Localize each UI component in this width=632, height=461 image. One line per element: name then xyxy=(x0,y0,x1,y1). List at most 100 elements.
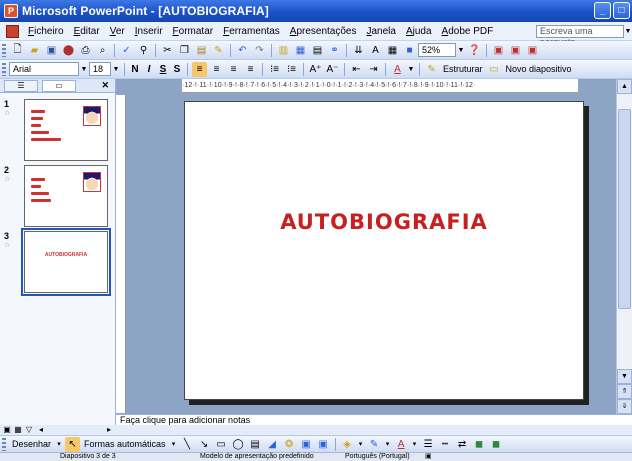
copy-icon[interactable]: ❐ xyxy=(177,43,192,58)
slide-sorter-icon[interactable]: ▦ xyxy=(13,425,23,434)
paste-icon[interactable]: ▤ xyxy=(194,43,209,58)
menu-adobe-pdf[interactable]: Adobe PDF xyxy=(437,26,499,37)
menu-ficheiro[interactable]: Ficheiro xyxy=(23,26,69,37)
size-dropdown-icon[interactable]: ▼ xyxy=(111,66,121,73)
powerpoint-icon[interactable]: P xyxy=(4,4,18,18)
decrease-font-icon[interactable]: A⁻ xyxy=(325,62,340,77)
increase-indent-icon[interactable]: ⇥ xyxy=(366,62,381,77)
menu-inserir[interactable]: Inserir xyxy=(130,26,168,37)
undo-icon[interactable]: ↶ xyxy=(235,43,250,58)
underline-button[interactable]: S xyxy=(156,64,170,75)
adobe-pdf-review-icon[interactable]: ▣ xyxy=(525,43,540,58)
menu-ver[interactable]: Ver xyxy=(105,26,130,37)
grid-icon[interactable]: ▦ xyxy=(385,43,400,58)
slide-canvas[interactable]: AUTOBIOGRAFIA xyxy=(184,101,584,400)
structure-button[interactable]: Estruturar xyxy=(440,64,486,74)
print-icon[interactable]: ⎙ xyxy=(78,43,93,58)
adobe-pdf-email-icon[interactable]: ▣ xyxy=(508,43,523,58)
draw-menu-button[interactable]: Desenhar xyxy=(9,439,54,449)
format-painter-icon[interactable]: ✎ xyxy=(211,43,226,58)
expand-icon[interactable]: ⇊ xyxy=(351,43,366,58)
menu-ferramentas[interactable]: Ferramentas xyxy=(218,26,285,37)
slide-thumbnail[interactable] xyxy=(24,165,108,227)
diagram-icon[interactable]: ❂ xyxy=(282,437,297,452)
align-center-icon[interactable]: ≡ xyxy=(209,62,224,77)
font-color-icon[interactable]: A xyxy=(390,62,405,77)
permission-icon[interactable]: ⬤ xyxy=(61,43,76,58)
toolbar-grip[interactable] xyxy=(2,437,6,451)
select-objects-icon[interactable]: ↖ xyxy=(65,436,81,452)
next-slide-icon[interactable]: ⇓ xyxy=(617,399,632,414)
adobe-pdf-icon[interactable]: ▣ xyxy=(491,43,506,58)
print-preview-icon[interactable]: ⌕ xyxy=(95,43,110,58)
scroll-left-icon[interactable]: ◂ xyxy=(36,425,46,434)
wordart-icon[interactable]: ◢ xyxy=(265,437,280,452)
draw-dropdown-icon[interactable]: ▾ xyxy=(54,440,64,448)
line-icon[interactable]: ╲ xyxy=(180,437,195,452)
maximize-button[interactable]: □ xyxy=(613,2,630,19)
clipart-icon[interactable]: ▣ xyxy=(299,437,314,452)
shadow-button[interactable]: S xyxy=(170,64,184,75)
italic-button[interactable]: I xyxy=(142,64,156,75)
zoom-dropdown-icon[interactable]: ▼ xyxy=(456,47,466,54)
menu-ajuda[interactable]: Ajuda xyxy=(401,26,437,37)
slide-thumbnail[interactable] xyxy=(24,99,108,161)
picture-icon[interactable]: ▣ xyxy=(316,437,331,452)
dash-style-icon[interactable]: ┅ xyxy=(438,437,453,452)
slide-thumbnail-selected[interactable]: AUTOBIOGRAFIA xyxy=(21,228,111,296)
zoom-select[interactable]: 52% xyxy=(418,43,456,57)
align-right-icon[interactable]: ≡ xyxy=(226,62,241,77)
fill-color-icon[interactable]: ◈ xyxy=(340,437,355,452)
color-grayscale-icon[interactable]: ■ xyxy=(402,43,417,58)
font-color-draw-dropdown-icon[interactable]: ▾ xyxy=(410,440,420,448)
save-icon[interactable]: ▣ xyxy=(44,43,59,58)
previous-slide-icon[interactable]: ⇑ xyxy=(617,384,632,399)
align-left-icon[interactable]: ≡ xyxy=(192,61,207,77)
arrow-style-icon[interactable]: ⇄ xyxy=(455,437,470,452)
help-search-input[interactable]: Escreva uma pergunta xyxy=(536,25,624,47)
bullets-icon[interactable]: ⁝≡ xyxy=(284,62,299,77)
font-name-select[interactable]: Arial xyxy=(9,62,79,76)
slideshow-icon[interactable]: ▽ xyxy=(24,425,34,434)
bold-button[interactable]: N xyxy=(128,64,142,75)
arrow-icon[interactable]: ↘ xyxy=(197,437,212,452)
minimize-button[interactable]: _ xyxy=(594,2,611,19)
slide-title[interactable]: AUTOBIOGRAFIA xyxy=(185,210,583,234)
design-icon[interactable]: ✎ xyxy=(424,62,439,77)
shadow-style-icon[interactable]: ◼ xyxy=(472,437,487,452)
menu-janela[interactable]: Janela xyxy=(362,26,401,37)
cut-icon[interactable]: ✂ xyxy=(160,43,175,58)
oval-icon[interactable]: ◯ xyxy=(231,437,246,452)
spelling-icon[interactable]: ✓ xyxy=(119,43,134,58)
help-dropdown-icon[interactable]: ▼ xyxy=(624,25,632,38)
notes-pane[interactable]: Faça clique para adicionar notas xyxy=(116,414,632,425)
scrollbar-thumb[interactable] xyxy=(618,109,631,309)
research-icon[interactable]: ⚲ xyxy=(136,43,151,58)
menu-editar[interactable]: Editar xyxy=(69,26,105,37)
textbox-icon[interactable]: ▤ xyxy=(248,437,263,452)
hyperlink-icon[interactable]: ⚭ xyxy=(327,43,342,58)
redo-icon[interactable]: ↷ xyxy=(252,43,267,58)
font-size-select[interactable]: 18 xyxy=(89,62,111,76)
insert-chart-icon[interactable]: ▥ xyxy=(276,43,291,58)
increase-font-icon[interactable]: A⁺ xyxy=(308,62,323,77)
help-icon[interactable]: ❓ xyxy=(467,43,482,58)
document-icon[interactable] xyxy=(6,24,19,38)
scroll-down-icon[interactable]: ▼ xyxy=(617,369,632,384)
numbering-icon[interactable]: ⁝≡ xyxy=(267,62,282,77)
normal-view-icon[interactable]: ▣ xyxy=(2,425,12,434)
show-formatting-icon[interactable]: A xyxy=(368,43,383,58)
line-color-icon[interactable]: ✎ xyxy=(367,437,382,452)
fill-dropdown-icon[interactable]: ▾ xyxy=(356,440,366,448)
font-dropdown-icon[interactable]: ▼ xyxy=(79,66,89,73)
tables-borders-icon[interactable]: ▤ xyxy=(310,43,325,58)
menu-formatar[interactable]: Formatar xyxy=(168,26,219,37)
scroll-up-icon[interactable]: ▲ xyxy=(617,79,632,94)
3d-style-icon[interactable]: ◼ xyxy=(489,437,504,452)
scroll-right-icon[interactable]: ▸ xyxy=(104,425,114,434)
autoshapes-button[interactable]: Formas automáticas xyxy=(81,439,169,449)
line-color-dropdown-icon[interactable]: ▾ xyxy=(383,440,393,448)
toolbar-grip[interactable] xyxy=(2,43,6,57)
new-slide-button[interactable]: Novo diapositivo xyxy=(503,64,575,74)
autoshapes-dropdown-icon[interactable]: ▾ xyxy=(169,440,179,448)
